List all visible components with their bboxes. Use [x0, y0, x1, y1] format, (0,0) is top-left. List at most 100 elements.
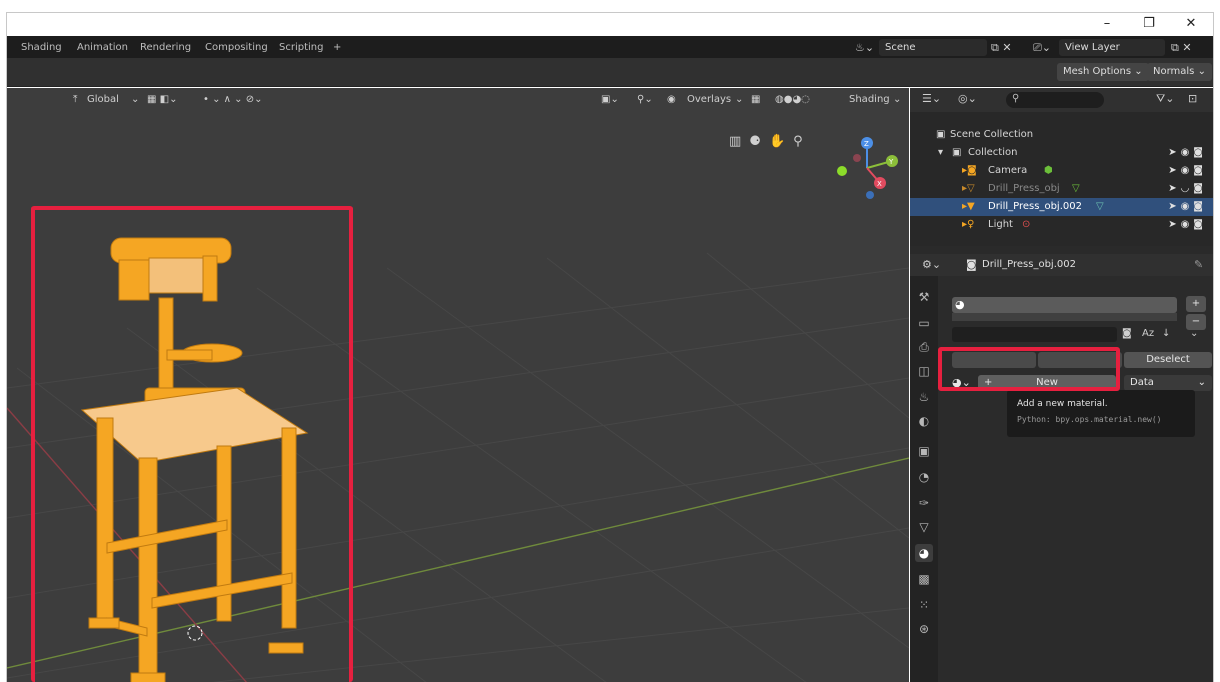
pin-icon[interactable]: ✎ — [1194, 258, 1203, 271]
view-layer-tab-icon[interactable]: ◫ — [915, 362, 933, 380]
gizmo-z-label: Z — [864, 140, 869, 148]
visibility-icons[interactable]: ➤◉◙ — [1168, 198, 1207, 216]
search-input[interactable]: ⚲ — [1006, 92, 1104, 108]
visibility-icons[interactable]: ➤◉◙ — [1168, 162, 1207, 180]
visibility-icons[interactable]: ➤◡◙ — [1168, 180, 1207, 198]
tab-rendering[interactable]: Rendering — [134, 40, 197, 56]
toggle-camera-icon[interactable]: ▥ — [729, 134, 749, 149]
view-layer-selector[interactable]: View Layer — [1059, 39, 1165, 56]
view-object-types-icon[interactable]: ▣⌄ — [601, 92, 619, 108]
output-tab-icon[interactable]: ⎙ — [915, 338, 933, 356]
hand-pan-icon[interactable]: ✋ — [769, 134, 793, 149]
object-tab-icon[interactable]: ▣ — [915, 442, 933, 460]
add-workspace-button[interactable]: + — [327, 40, 347, 56]
tab-compositing[interactable]: Compositing — [199, 40, 274, 56]
mesh-data-icon: ▽ — [1096, 201, 1104, 212]
xray-icon[interactable]: ▦ — [751, 92, 760, 108]
transform-orientation-dropdown[interactable]: Global — [87, 92, 119, 108]
restore-button[interactable]: ❐ — [1129, 13, 1169, 36]
particles-tab-icon[interactable]: ⁙ — [915, 596, 933, 614]
gizmo-x-label: X — [877, 180, 882, 188]
properties-tabs: ⚒ ▭ ⎙ ◫ ♨ ◐ ▣ ◔ ✑ ▽ ◕ ▩ ⁙ ⊛ — [910, 276, 938, 682]
outliner-item-camera[interactable]: ▸◙ Camera ⬢ ➤◉◙ — [910, 162, 1213, 180]
scene-collection-icon: ▣ — [936, 129, 946, 140]
link-dropdown[interactable]: Data ⌄ — [1124, 375, 1212, 391]
drill-press-label: Drill_Press_obj — [988, 183, 1060, 194]
filter-field[interactable] — [952, 327, 1117, 342]
slot-specials-icon[interactable]: ⌄ — [1190, 328, 1198, 339]
shading-dropdown[interactable]: Shading — [849, 92, 890, 108]
minimize-button[interactable]: – — [1087, 13, 1127, 36]
snap-icon[interactable]: ▦ ◧⌄ — [147, 92, 177, 108]
chevron-down-icon[interactable]: ⌄ — [893, 92, 901, 108]
display-mode-icon[interactable]: ◎⌄ — [958, 92, 977, 105]
light-icon: ▸♀ — [962, 219, 975, 230]
normals-dropdown[interactable]: Normals ⌄ — [1147, 63, 1212, 81]
tab-shading[interactable]: Shading — [15, 40, 68, 56]
disclosure-icon[interactable]: ▾ — [938, 144, 943, 162]
tool-tab-icon[interactable]: ⚒ — [915, 288, 933, 306]
modifier-tab-icon[interactable]: ✑ — [915, 494, 933, 512]
shading-modes-icon[interactable]: ◍●◕◌ — [775, 92, 810, 108]
overlays-icon[interactable]: ◉ — [667, 92, 676, 108]
proportional-edit-icon[interactable]: • ⌄ ∧ ⌄ ⊘⌄ — [203, 92, 262, 108]
sort-order-icon[interactable]: ↓ — [1162, 328, 1170, 339]
zoom-icon[interactable]: ⚲ — [793, 134, 811, 149]
material-slot-resize-handle[interactable] — [952, 313, 1177, 321]
navigation-gizmo[interactable]: Z Y X — [832, 133, 902, 203]
close-button[interactable]: ✕ — [1171, 13, 1211, 36]
chevron-down-icon[interactable]: ⌄ — [131, 92, 139, 108]
mesh-icon: ▸▽ — [962, 183, 975, 194]
material-tab-icon[interactable]: ◕ — [915, 544, 933, 562]
gizmo-toggle-icon[interactable]: ⚲⌄ — [637, 92, 653, 108]
outliner-item-light[interactable]: ▸♀ Light ⊙ ➤◉◙ — [910, 216, 1213, 234]
editor-type-icon[interactable]: ☰⌄ — [922, 92, 941, 105]
tooltip-python: Python: bpy.ops.material.new() — [1017, 415, 1162, 424]
viewport-header: ⤒ Global ⌄ ▦ ◧⌄ • ⌄ ∧ ⌄ ⊘⌄ ▣⌄ ⚲⌄ ◉ Overl… — [7, 88, 909, 112]
filter-icon[interactable]: ◙ — [1122, 328, 1132, 339]
visibility-icons[interactable]: ➤◉◙ — [1168, 144, 1207, 162]
render-tab-icon[interactable]: ▭ — [915, 314, 933, 332]
add-slot-button[interactable]: + — [1186, 296, 1206, 312]
scene-selector[interactable]: Scene — [879, 39, 987, 56]
physics-tab-icon[interactable]: ◔ — [915, 468, 933, 486]
mesh-data-tab-icon[interactable]: ▽ — [915, 518, 933, 536]
new-collection-icon[interactable]: ⊡ — [1188, 92, 1197, 105]
visibility-icons[interactable]: ➤◉◙ — [1168, 216, 1207, 234]
scene-collection-row[interactable]: ▣ Scene Collection — [910, 126, 1213, 144]
material-slot-list[interactable]: ◕ — [952, 297, 1177, 313]
overlays-dropdown[interactable]: Overlays — [687, 92, 731, 108]
world-tab-icon[interactable]: ◐ — [915, 412, 933, 430]
viewport-navigation: ▥⚈✋⚲ — [729, 134, 839, 156]
mesh-options-dropdown[interactable]: Mesh Options ⌄ — [1057, 63, 1149, 81]
properties-editor-type-icon[interactable]: ⚙⌄ — [922, 258, 941, 271]
sort-az-button[interactable]: Az — [1142, 328, 1154, 339]
constraints-tab-icon[interactable]: ⊛ — [915, 620, 933, 638]
filter-icon[interactable]: ⛛⌄ — [1156, 92, 1174, 106]
outliner-item-drill-press-002[interactable]: ▸▼ Drill_Press_obj.002 ▽ ➤◉◙ — [910, 198, 1213, 216]
outliner-item-collection[interactable]: ▾ ▣ Collection ➤◉◙ — [910, 144, 1213, 162]
search-icon: ⚲ — [1012, 93, 1020, 104]
texture-tab-icon[interactable]: ▩ — [915, 570, 933, 588]
outliner-item-drill-press[interactable]: ▸▽ Drill_Press_obj ▽ ➤◡◙ — [910, 180, 1213, 198]
chevron-down-icon[interactable]: ⌄ — [735, 92, 743, 108]
tab-scripting[interactable]: Scripting — [273, 40, 329, 56]
transform-orientation-icon[interactable]: ⤒ — [73, 92, 77, 108]
collection-label: Collection — [968, 147, 1018, 158]
view-layer-icon[interactable]: ⎚⌄ — [1033, 39, 1051, 56]
scene-icon[interactable]: ♨⌄ — [855, 39, 874, 56]
drill-press-002-label: Drill_Press_obj.002 — [988, 201, 1082, 212]
material-slot-icon: ◕ — [955, 298, 965, 311]
properties-header: ⚙⌄ ◙ Drill_Press_obj.002 ✎ — [910, 254, 1213, 276]
scene-browse-icon[interactable]: ⧉ ✕ — [991, 39, 1012, 56]
scene-tab-icon[interactable]: ♨ — [915, 388, 933, 406]
new-button-highlight-box — [938, 347, 1120, 391]
deselect-button[interactable]: Deselect — [1124, 352, 1212, 368]
chevron-down-icon: ⌄ — [1197, 377, 1206, 388]
tab-animation[interactable]: Animation — [71, 40, 134, 56]
properties-editor: ⚙⌄ ◙ Drill_Press_obj.002 ✎ ⚒ ▭ ⎙ ◫ ♨ ◐ ▣… — [910, 254, 1213, 682]
light-data-icon: ⊙ — [1022, 219, 1031, 230]
camera-view-icon[interactable]: ⚈ — [749, 134, 769, 149]
view-layer-browse-icon[interactable]: ⧉ ✕ — [1171, 39, 1192, 56]
camera-data-icon: ⬢ — [1044, 165, 1053, 176]
